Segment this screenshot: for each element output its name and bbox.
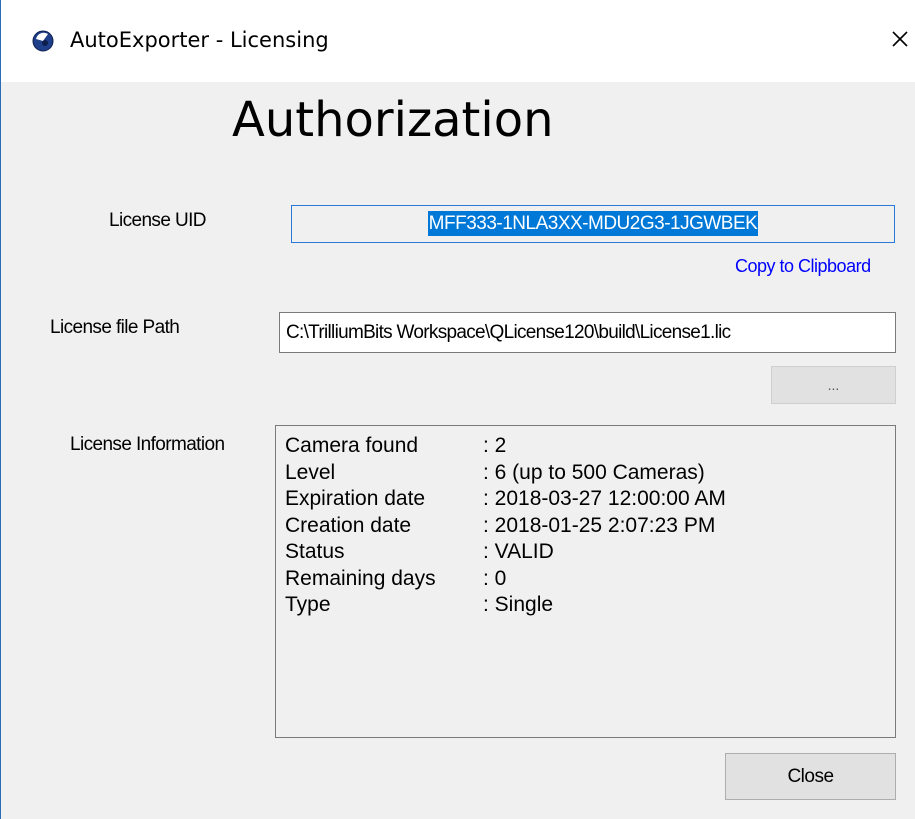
info-value: : 2 [483,434,507,457]
info-row-type: Type : Single [285,593,895,620]
license-uid-label: License UID [109,210,206,231]
info-key: Camera found [285,434,419,457]
window-title: AutoExporter - Licensing [70,28,329,52]
info-key: Level [285,460,336,484]
info-key: Creation date [285,513,412,537]
close-icon[interactable] [887,26,913,52]
info-value: : 6 (up to 500 Cameras) [483,460,705,484]
info-value: : 2018-03-27 12:00:00 AM [483,487,726,510]
info-key: Remaining days [285,566,436,590]
browse-button[interactable]: ... [771,366,896,404]
title-bar: AutoExporter - Licensing [1,0,915,82]
info-value: : Single [483,593,554,616]
license-information-label: License Information [70,434,225,455]
info-key: Status [285,540,345,563]
license-information-box: Camera found : 2 Level : 6 (up to 500 Ca… [275,425,896,738]
license-uid-value: MFF333-1NLA3XX-MDU2G3-1JGWBEK [427,211,759,236]
page-title: Authorization [232,92,554,148]
app-logo-icon [32,30,54,52]
info-row-level: Level : 6 (up to 500 Cameras) [285,461,895,488]
info-row-creation-date: Creation date : 2018-01-25 2:07:23 PM [285,514,895,541]
info-value: : VALID [483,540,554,563]
info-row-remaining-days: Remaining days : 0 [285,567,895,594]
info-key: Expiration date [285,487,426,510]
close-button[interactable]: Close [725,753,896,800]
license-uid-field[interactable]: MFF333-1NLA3XX-MDU2G3-1JGWBEK [291,205,895,243]
copy-to-clipboard-link[interactable]: Copy to Clipboard [735,256,871,277]
info-value: : 2018-01-25 2:07:23 PM [483,513,716,537]
info-row-camera-found: Camera found : 2 [285,434,895,461]
info-row-status: Status : VALID [285,540,895,567]
license-file-path-input[interactable]: C:\TrilliumBits Workspace\QLicense120\bu… [279,312,896,353]
info-row-expiration-date: Expiration date : 2018-03-27 12:00:00 AM [285,487,895,514]
info-key: Type [285,593,331,616]
info-value: : 0 [483,566,507,590]
licensing-window: AutoExporter - Licensing Authorization L… [0,0,915,819]
license-file-path-label: License file Path [50,317,180,338]
